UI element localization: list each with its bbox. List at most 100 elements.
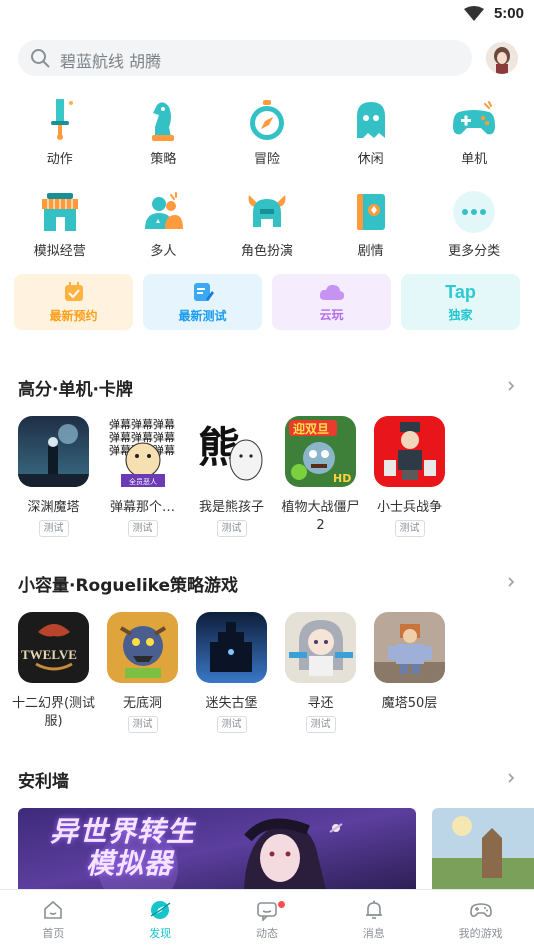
discover-icon	[150, 900, 171, 919]
banner-title-line2: 模拟器	[86, 847, 174, 880]
game-name: 深渊魔塔	[27, 500, 80, 515]
category-single-player[interactable]: 单机	[422, 96, 526, 170]
game-tag: 测试	[127, 520, 158, 537]
game-item[interactable]: 熊 我是熊孩子 测试	[196, 416, 267, 537]
game-name: 我是熊孩子	[198, 500, 264, 515]
category-simulation[interactable]: 模拟经营	[8, 188, 112, 262]
quick-tab-new-test[interactable]: 最新测试	[143, 274, 262, 330]
edit-note-icon	[193, 282, 214, 301]
game-tag: 测试	[127, 716, 158, 733]
category-action[interactable]: 动作	[8, 96, 112, 170]
game-icon	[196, 612, 267, 683]
category-adventure[interactable]: 冒险	[215, 96, 319, 170]
game-icon	[18, 416, 89, 487]
avatar[interactable]	[486, 42, 518, 74]
quick-tab-new-reservation[interactable]: 最新预约	[14, 274, 133, 330]
quick-tab-cloud-play[interactable]: 云玩	[272, 274, 391, 330]
category-label: 更多分类	[448, 244, 501, 259]
game-row: 深渊魔塔 测试 弹幕弹幕弹幕弹幕弹幕弹幕弹幕弹幕弹幕全员恶人 弹幕那个… 测试 …	[18, 416, 445, 537]
helmet-icon	[243, 188, 291, 236]
quick-tab-exclusive[interactable]: Tap 独家	[401, 274, 520, 330]
icon-text: HD	[333, 472, 351, 485]
quick-tabs: 最新预约 最新测试 云玩 Tap 独家	[14, 274, 520, 330]
game-name: 无底洞	[122, 696, 162, 711]
chevron-right-icon[interactable]	[506, 773, 516, 783]
game-item[interactable]: 迎双旦 HD 植物大战僵尸2	[281, 416, 360, 537]
search-bar[interactable]: 碧蓝航线 胡腾	[18, 40, 472, 76]
compass-icon	[243, 96, 291, 144]
chess-knight-icon	[139, 96, 187, 144]
category-label: 策略	[150, 152, 177, 167]
cloud-icon	[319, 284, 344, 300]
quick-tab-label: 最新测试	[178, 308, 227, 323]
game-item[interactable]: 无底洞 测试	[107, 612, 178, 733]
game-name: 小士兵战争	[376, 500, 442, 515]
banner-title-line1: 异世界转生	[50, 815, 196, 848]
game-item[interactable]: 寻还 测试	[285, 612, 356, 733]
game-name: 植物大战僵尸2	[281, 500, 360, 533]
icon-text: 弹幕弹幕弹幕	[109, 430, 175, 444]
game-icon	[374, 416, 445, 487]
bell-icon	[365, 900, 382, 919]
chevron-right-icon[interactable]	[506, 577, 516, 587]
nav-label: 首页	[42, 926, 65, 940]
shop-icon	[36, 188, 84, 236]
game-icon	[107, 612, 178, 683]
calendar-check-icon	[64, 281, 83, 301]
game-icon: 熊	[196, 416, 267, 487]
game-item[interactable]: TWELVE 十二幻界(测试服)	[12, 612, 95, 733]
nav-label: 消息	[362, 926, 385, 940]
chevron-right-icon[interactable]	[506, 381, 516, 391]
search-icon	[31, 49, 50, 68]
nav-home[interactable]: 首页	[0, 890, 107, 949]
nav-discover[interactable]: 发现	[107, 890, 214, 949]
tap-logo-icon: Tap	[445, 281, 476, 302]
category-rpg[interactable]: 角色扮演	[215, 188, 319, 262]
game-item[interactable]: 迷失古堡 测试	[196, 612, 267, 733]
nav-messages[interactable]: 消息	[320, 890, 427, 949]
status-bar: 5:00	[0, 0, 534, 30]
game-icon	[374, 612, 445, 683]
section-title: 高分·单机·卡牌	[18, 380, 133, 400]
ghost-icon	[347, 96, 395, 144]
game-row: TWELVE 十二幻界(测试服) 无底洞 测试 迷失古堡 测试 寻还 测试 魔塔…	[12, 612, 445, 733]
recommend-banner-next[interactable]	[432, 808, 534, 890]
game-name: 寻还	[307, 696, 334, 711]
section-title: 安利墙	[18, 772, 69, 792]
game-item[interactable]: 小士兵战争 测试	[374, 416, 445, 537]
wifi-icon	[464, 6, 484, 21]
nav-label: 我的游戏	[458, 926, 503, 940]
category-label: 休闲	[357, 152, 384, 167]
game-item[interactable]: 弹幕弹幕弹幕弹幕弹幕弹幕弹幕弹幕弹幕全员恶人 弹幕那个… 测试	[107, 416, 178, 537]
category-label: 单机	[461, 152, 488, 167]
category-label: 冒险	[253, 152, 280, 167]
bottom-nav: 首页 发现 动态 消息 我的游戏	[0, 889, 534, 949]
category-grid: 动作 策略 冒险 休闲 单机 模拟经营 多人 角色扮演 剧情 更多分类	[8, 96, 526, 262]
notification-dot	[277, 901, 285, 908]
category-label: 模拟经营	[33, 244, 86, 259]
category-casual[interactable]: 休闲	[319, 96, 423, 170]
icon-text: TWELVE	[21, 647, 77, 662]
nav-my-games[interactable]: 我的游戏	[427, 890, 534, 949]
nav-feed[interactable]: 动态	[214, 890, 321, 949]
recommend-banner[interactable]: 异世界转生 模拟器	[18, 808, 416, 890]
home-icon	[44, 900, 63, 919]
book-icon	[347, 188, 395, 236]
category-strategy[interactable]: 策略	[112, 96, 216, 170]
icon-text: 迎双旦	[293, 421, 329, 436]
banner-title: 异世界转生 模拟器	[50, 816, 195, 880]
sword-icon	[36, 96, 84, 144]
category-more[interactable]: 更多分类	[422, 188, 526, 262]
game-icon: TWELVE	[18, 612, 89, 683]
game-icon	[285, 612, 356, 683]
category-multiplayer[interactable]: 多人	[112, 188, 216, 262]
game-name: 迷失古堡	[205, 696, 258, 711]
game-tag: 测试	[305, 716, 336, 733]
category-story[interactable]: 剧情	[319, 188, 423, 262]
game-icon: 迎双旦 HD	[285, 416, 356, 487]
icon-text: 弹幕弹幕弹幕	[109, 417, 175, 431]
game-item[interactable]: 魔塔50层	[374, 612, 445, 733]
icon-text: 全员恶人	[129, 477, 157, 486]
game-tag: 测试	[216, 716, 247, 733]
game-item[interactable]: 深渊魔塔 测试	[18, 416, 89, 537]
